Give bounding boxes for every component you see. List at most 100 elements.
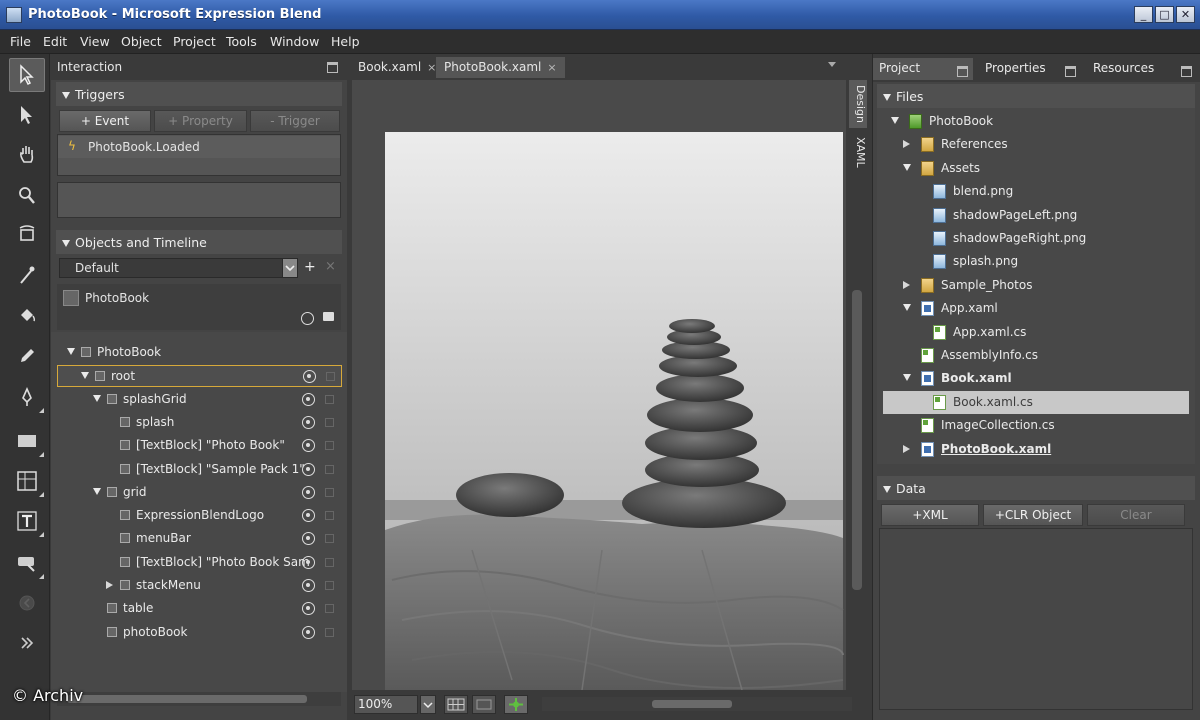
lock-icon[interactable]	[323, 312, 334, 321]
pin-icon[interactable]	[327, 62, 338, 73]
menu-project[interactable]: Project	[173, 34, 216, 49]
file-tree-row[interactable]: ImageCollection.cs	[883, 414, 1189, 437]
expand-down-icon[interactable]	[903, 374, 911, 382]
tree-scrollbar[interactable]	[57, 692, 341, 706]
grid-layout-icon[interactable]	[9, 464, 45, 498]
selection-arrow-icon[interactable]	[9, 58, 45, 92]
lock-toggle-icon[interactable]	[325, 627, 334, 637]
expand-right-icon[interactable]	[903, 444, 910, 453]
file-tree-row[interactable]: References	[883, 133, 1189, 156]
eye-icon[interactable]	[302, 532, 315, 546]
lock-toggle-icon[interactable]	[325, 464, 334, 474]
design-view-tab[interactable]: Design	[849, 80, 867, 128]
object-tree-row[interactable]: ExpressionBlendLogo	[57, 505, 342, 527]
design-artboard[interactable]	[352, 80, 846, 691]
file-tree-row[interactable]: blend.png	[883, 180, 1189, 203]
artboard-horizontal-scrollbar[interactable]	[542, 697, 852, 711]
tab-list-chevron-icon[interactable]	[828, 62, 836, 67]
maximize-button[interactable]: □	[1155, 6, 1174, 23]
eye-icon[interactable]	[302, 392, 315, 406]
text-icon[interactable]	[9, 504, 45, 538]
eye-icon[interactable]	[302, 602, 315, 616]
show-grid-icon[interactable]	[444, 695, 468, 714]
menu-help[interactable]: Help	[331, 34, 360, 49]
expand-down-icon[interactable]	[81, 372, 89, 380]
add-timeline-button[interactable]: +	[304, 259, 316, 275]
expand-right-icon[interactable]	[903, 140, 910, 149]
chevron-down-icon[interactable]	[282, 258, 298, 278]
tab-properties[interactable]: Properties	[979, 58, 1081, 80]
eye-icon[interactable]	[301, 312, 314, 325]
object-tree-row[interactable]: stackMenu	[57, 575, 342, 597]
lock-toggle-icon[interactable]	[325, 581, 334, 590]
clear-data-button[interactable]: Clear	[1087, 504, 1185, 526]
asset-tool-icon[interactable]	[9, 546, 45, 580]
tab-photobook-xaml[interactable]: PhotoBook.xaml ×	[436, 57, 565, 78]
add-clr-object-button[interactable]: +CLR Object	[983, 504, 1083, 526]
menu-object[interactable]: Object	[121, 34, 162, 49]
object-tree-row[interactable]: splashGrid	[57, 389, 342, 411]
menu-file[interactable]: File	[10, 34, 31, 49]
minimize-button[interactable]: _	[1134, 6, 1153, 23]
snap-to-gridlines-icon[interactable]	[472, 695, 496, 714]
more-tools-icon[interactable]	[9, 626, 45, 660]
scrollbar-thumb[interactable]	[652, 700, 732, 708]
tab-resources[interactable]: Resources	[1087, 58, 1199, 80]
file-tree-row[interactable]: Book.xaml	[883, 367, 1189, 390]
eye-icon[interactable]	[302, 579, 315, 592]
direct-selection-icon[interactable]	[9, 98, 45, 132]
objects-timeline-header[interactable]: Objects and Timeline	[56, 230, 342, 254]
file-tree-row[interactable]: Book.xaml.cs	[883, 390, 1189, 414]
eyedropper-icon[interactable]	[9, 258, 45, 292]
close-icon[interactable]: ×	[427, 61, 436, 74]
camera-orbit-icon[interactable]	[9, 218, 45, 252]
lock-toggle-icon[interactable]	[325, 511, 334, 521]
rectangle-icon[interactable]	[9, 424, 45, 458]
file-tree-row[interactable]: PhotoBook.xaml	[883, 438, 1189, 461]
expand-right-icon[interactable]	[106, 581, 113, 589]
pencil-icon[interactable]	[9, 338, 45, 372]
pan-hand-icon[interactable]	[9, 138, 45, 172]
object-tree-row[interactable]: splash	[57, 412, 342, 434]
timeline-select[interactable]: Default	[59, 258, 283, 278]
object-tree-row[interactable]: root	[57, 365, 342, 388]
expand-down-icon[interactable]	[93, 487, 101, 495]
remove-trigger-button[interactable]: - Trigger	[250, 110, 340, 132]
triggers-section-header[interactable]: Triggers	[56, 82, 342, 106]
object-tree-row[interactable]: table	[57, 598, 342, 620]
object-tree-row[interactable]: [TextBlock] "Sample Pack 1"	[57, 459, 342, 481]
add-property-button[interactable]: + Property	[154, 110, 247, 132]
expand-down-icon[interactable]	[67, 348, 75, 355]
paint-bucket-icon[interactable]	[9, 298, 45, 332]
trigger-item[interactable]: ϟ PhotoBook.Loaded	[58, 136, 340, 158]
object-tree-row[interactable]: [TextBlock] "Photo Book"	[57, 435, 342, 457]
eye-icon[interactable]	[302, 625, 315, 639]
pen-icon[interactable]	[9, 380, 45, 414]
pin-icon[interactable]	[957, 66, 968, 77]
menu-edit[interactable]: Edit	[43, 34, 67, 49]
file-tree-row[interactable]: splash.png	[883, 250, 1189, 273]
menu-window[interactable]: Window	[270, 34, 319, 49]
lock-toggle-icon[interactable]	[325, 487, 334, 497]
eye-icon[interactable]	[302, 509, 315, 523]
object-tree-row[interactable]: photoBook	[57, 622, 342, 644]
file-tree-row[interactable]: AssemblyInfo.cs	[883, 344, 1189, 367]
eye-icon[interactable]	[302, 462, 315, 476]
zoom-field[interactable]: 100%	[354, 695, 418, 714]
eye-icon[interactable]	[303, 370, 316, 384]
xaml-view-tab[interactable]: XAML	[849, 130, 867, 174]
eye-icon[interactable]	[302, 485, 315, 499]
close-icon[interactable]: ×	[547, 61, 556, 74]
close-timeline-button[interactable]: ×	[325, 259, 336, 274]
add-event-button[interactable]: + Event	[59, 110, 151, 132]
zoom-dropdown-chevron-icon[interactable]	[420, 695, 436, 714]
lock-toggle-icon[interactable]	[325, 394, 334, 404]
object-tree-row[interactable]: menuBar	[57, 528, 342, 550]
lock-toggle-icon[interactable]	[325, 417, 334, 427]
eye-icon[interactable]	[302, 555, 315, 569]
expand-right-icon[interactable]	[903, 280, 910, 289]
object-tree-row[interactable]: [TextBlock] "Photo Book Sam	[57, 552, 342, 574]
snap-to-snaplines-icon[interactable]	[504, 695, 528, 714]
pin-icon[interactable]	[1181, 66, 1192, 77]
lock-toggle-icon[interactable]	[325, 604, 334, 614]
